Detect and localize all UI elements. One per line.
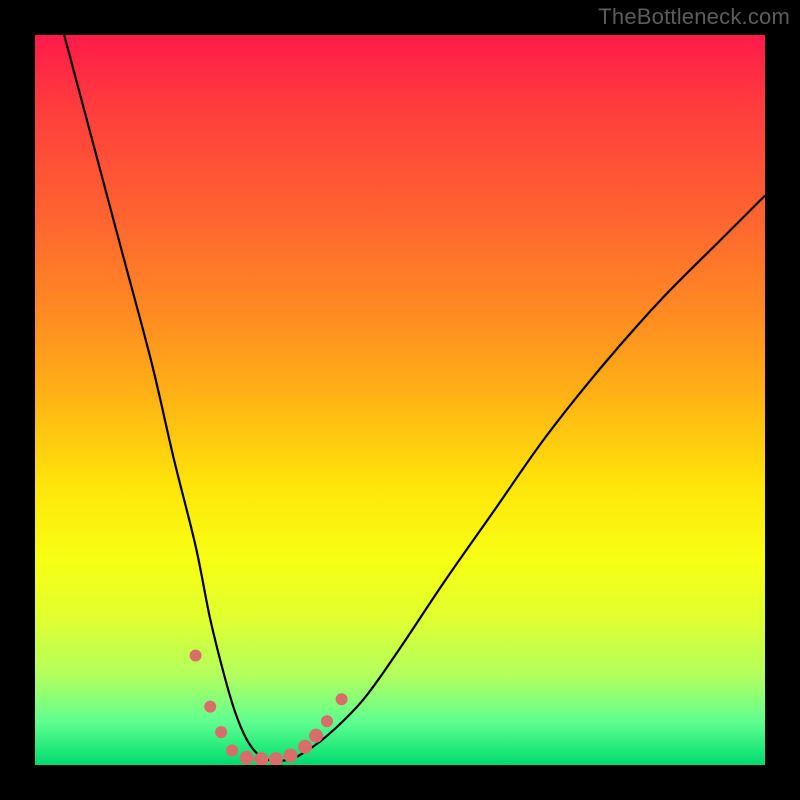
curve-marker <box>284 749 298 763</box>
curve-marker <box>240 751 254 765</box>
chart-svg <box>35 35 765 765</box>
attribution-text: TheBottleneck.com <box>598 4 790 30</box>
curve-marker <box>336 693 348 705</box>
bottleneck-curve <box>64 35 765 761</box>
chart-container: TheBottleneck.com <box>0 0 800 800</box>
curve-marker <box>215 726 227 738</box>
curve-marker <box>190 650 202 662</box>
curve-marker <box>321 715 333 727</box>
curve-marker <box>298 740 312 754</box>
curve-markers <box>190 650 348 766</box>
curve-marker <box>269 752 283 765</box>
curve-marker <box>226 744 238 756</box>
curve-marker <box>204 701 216 713</box>
curve-marker <box>309 729 323 743</box>
plot-area <box>35 35 765 765</box>
